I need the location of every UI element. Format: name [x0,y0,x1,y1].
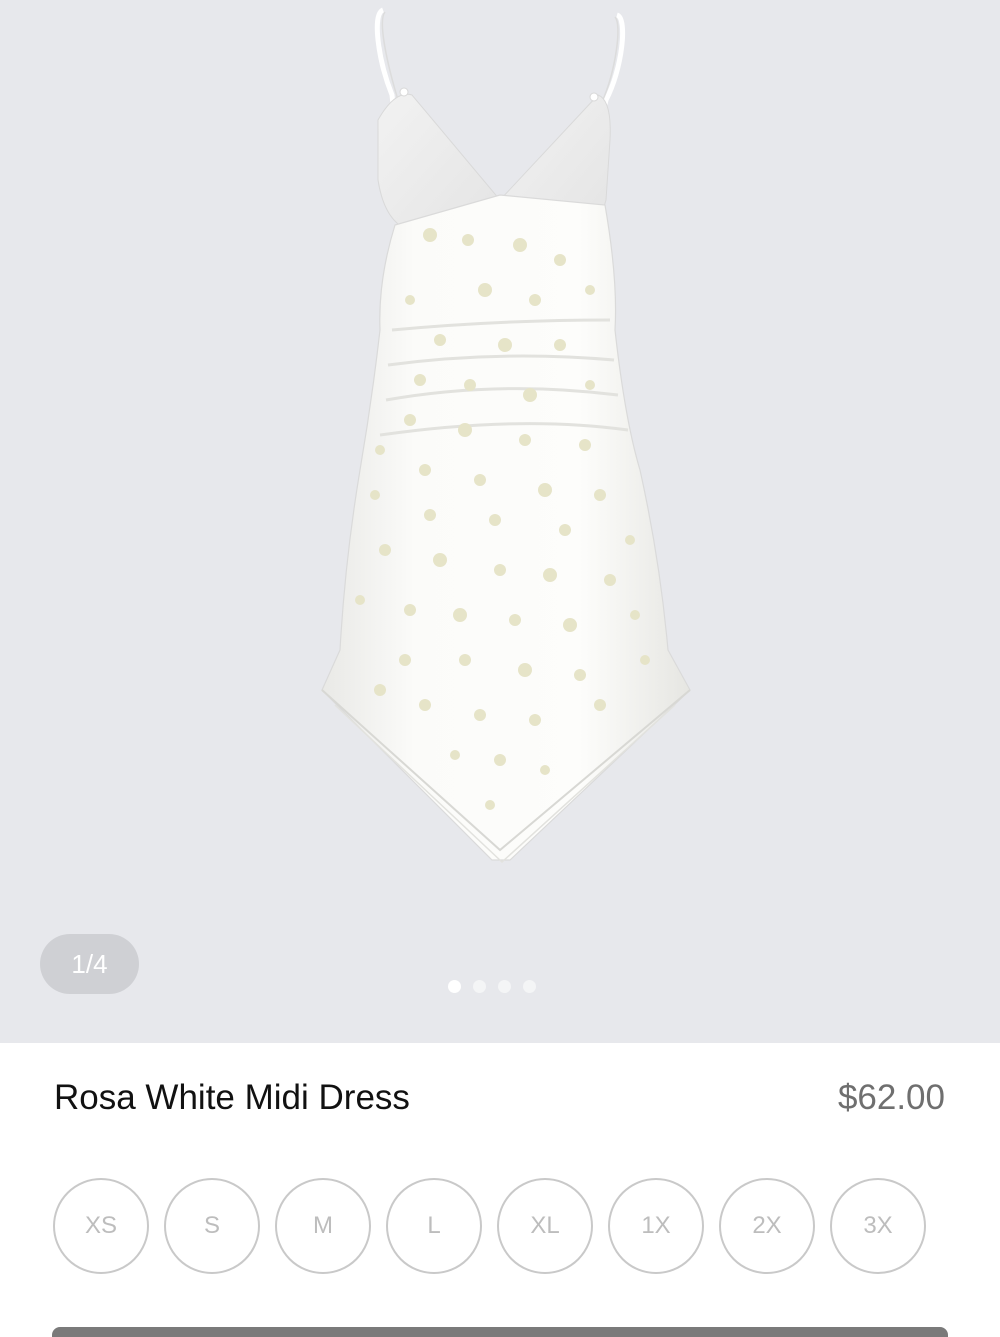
size-option-xl[interactable]: XL [497,1178,593,1274]
size-option-s[interactable]: S [164,1178,260,1274]
size-option-1x[interactable]: 1X [608,1178,704,1274]
product-price: $62.00 [837,1078,945,1117]
image-counter-badge: 1/4 [40,934,139,994]
product-title: Rosa White Midi Dress [54,1078,410,1117]
carousel-dot-3[interactable] [498,980,511,993]
size-option-l[interactable]: L [386,1178,482,1274]
product-info-panel: Rosa White Midi Dress $62.00 XS S M L XL… [0,1043,1000,1337]
product-image-gallery[interactable]: 1/4 [0,0,1000,1043]
add-to-bag-button[interactable] [52,1327,948,1337]
carousel-pagination-dots [448,980,536,994]
carousel-dot-4[interactable] [523,980,536,993]
size-option-xs[interactable]: XS [53,1178,149,1274]
size-option-m[interactable]: M [275,1178,371,1274]
image-counter-text: 1/4 [71,949,108,979]
size-selector: XS S M L XL 1X 2X 3X [53,1178,926,1274]
carousel-dot-1[interactable] [448,980,461,993]
size-option-2x[interactable]: 2X [719,1178,815,1274]
size-option-3x[interactable]: 3X [830,1178,926,1274]
product-image [321,7,691,864]
carousel-dot-2[interactable] [473,980,486,993]
